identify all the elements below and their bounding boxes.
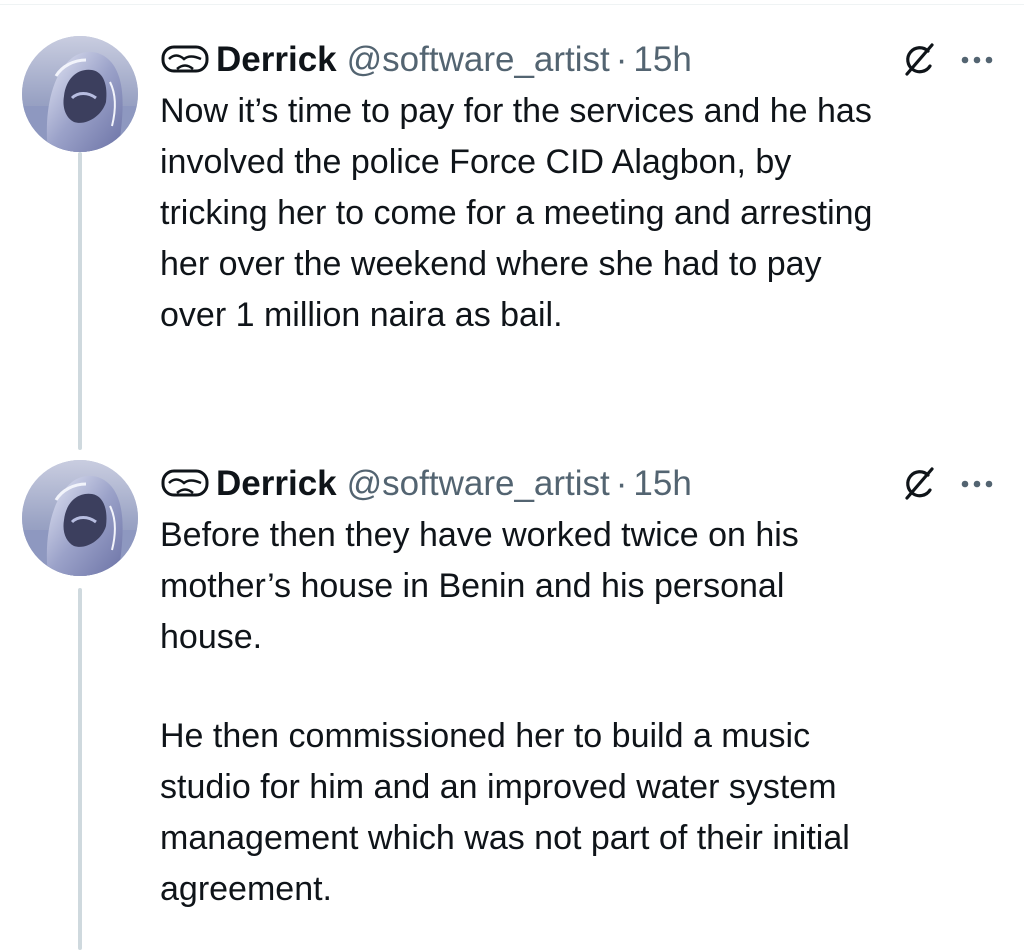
avatar-hooded-figure-image [22,36,138,152]
tweet-paragraph: He then commissioned her to build a musi… [160,717,850,908]
header-separator: · [615,40,628,79]
tweet-header: Derrick @software_artist · 15h [160,458,692,510]
author-name[interactable]: Derrick [216,40,337,80]
tweet-text: Before then they have worked twice on hi… [160,510,1010,915]
vr-goggles-icon [161,469,209,497]
top-divider [0,4,1024,5]
vr-goggles-icon [161,45,209,73]
avatar[interactable] [22,36,138,152]
avatar-hooded-figure-image [22,460,138,576]
tweet-text: Now it’s time to pay for the services an… [160,86,1010,341]
grok-icon[interactable] [898,464,938,504]
author-handle[interactable]: @software_artist [347,40,610,80]
more-options-icon[interactable] [960,478,994,490]
tweet[interactable]: Derrick @software_artist · 15h Before th… [0,458,1024,950]
timestamp[interactable]: 15h [633,40,691,80]
grok-icon[interactable] [898,40,938,80]
timestamp[interactable]: 15h [633,464,691,504]
tweet-paragraph: Now it’s time to pay for the services an… [160,92,873,334]
more-options-icon[interactable] [960,54,994,66]
header-separator: · [615,464,628,503]
tweet-header: Derrick @software_artist · 15h [160,34,692,86]
author-handle[interactable]: @software_artist [347,464,610,504]
tweet-paragraph: Before then they have worked twice on hi… [160,516,799,656]
tweet[interactable]: Derrick @software_artist · 15h Now it’s … [0,34,1024,364]
avatar[interactable] [22,460,138,576]
author-name[interactable]: Derrick [216,464,337,504]
